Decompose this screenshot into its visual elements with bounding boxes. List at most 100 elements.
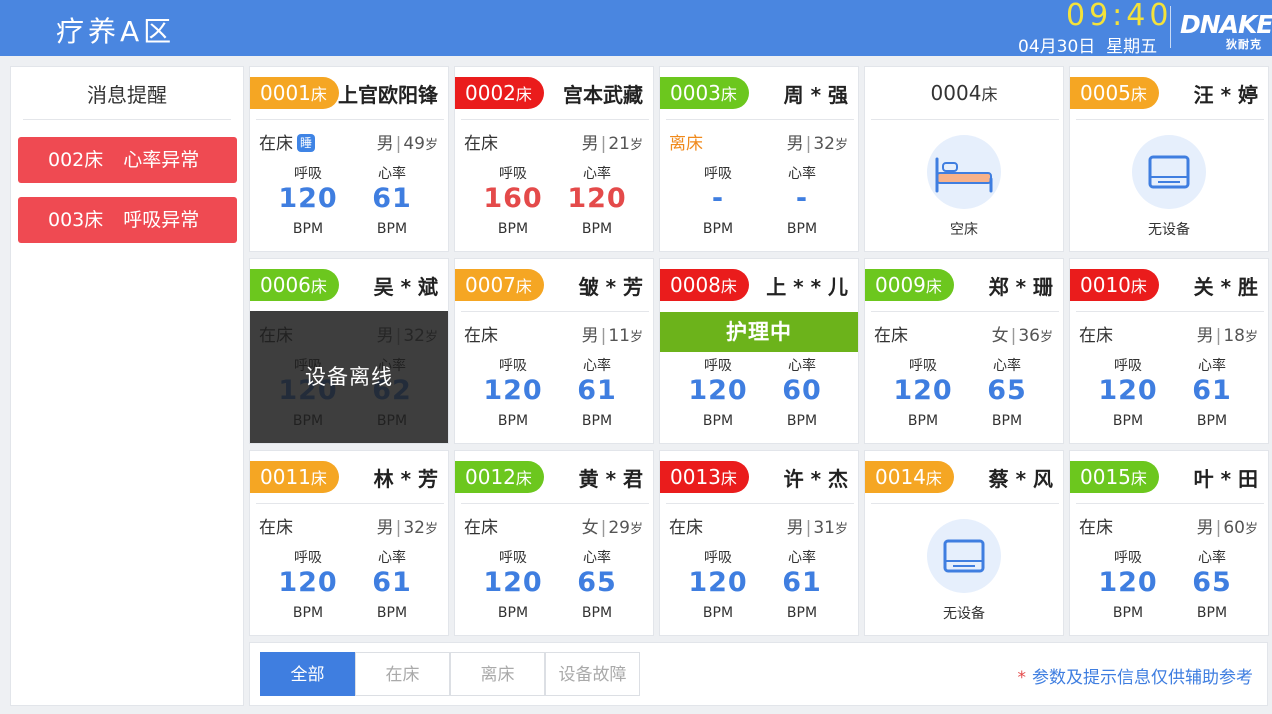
breath-unit: BPM [497, 605, 529, 621]
bed-status: 在床 [464, 134, 498, 154]
breath-value: 120 [688, 567, 748, 598]
bed-number-tag: 0007床 [455, 269, 544, 301]
breath-label: 呼吸 [1114, 550, 1142, 566]
breath-unit: BPM [1112, 413, 1144, 429]
card-divider [461, 503, 649, 504]
heart-unit: BPM [376, 605, 408, 621]
bed-status: 在床 [259, 518, 293, 538]
filter-out-of-bed-button[interactable]: 离床 [450, 652, 545, 696]
breath-label: 呼吸 [499, 358, 527, 374]
alert-bed: 003床 [48, 209, 104, 231]
bed-card[interactable]: 0007床 皱 * 芳 在床 男 | 11岁 呼吸 心率 120 61 BPM BP… [454, 258, 654, 444]
breath-label: 呼吸 [499, 166, 527, 182]
alert-item[interactable]: 003床 呼吸异常 [18, 197, 237, 243]
bed-card[interactable]: 0004床 空床 [864, 66, 1064, 252]
bed-card[interactable]: 0005床 汪 * 婷 无设备 [1069, 66, 1269, 252]
patient-name: 关 * 胜 [1193, 275, 1258, 299]
bed-card[interactable]: 0014床 蔡 * 风 无设备 [864, 450, 1064, 636]
heart-label: 心率 [583, 166, 611, 182]
bed-card[interactable]: 0011床 林 * 芳 在床 男 | 32岁 呼吸 心率 120 61 BPM BP… [249, 450, 449, 636]
card-divider [871, 311, 1059, 312]
brand-logo: DNAKE [1180, 10, 1272, 39]
bed-card[interactable]: 0013床 许 * 杰 在床 男 | 31岁 呼吸 心率 120 61 BPM BP… [659, 450, 859, 636]
breath-unit: BPM [907, 413, 939, 429]
patient-name: 汪 * 婷 [1193, 83, 1258, 107]
bed-number-tag: 0008床 [660, 269, 749, 301]
gender-age: 女 | 29岁 [581, 518, 643, 538]
bed-card[interactable]: 0002床 宫本武藏 在床 男 | 21岁 呼吸 心率 160 120 BPM BP… [454, 66, 654, 252]
breath-label: 呼吸 [704, 550, 732, 566]
patient-name: 许 * 杰 [783, 467, 848, 491]
filter-in-bed-button[interactable]: 在床 [355, 652, 450, 696]
gender-age: 男 | 21岁 [581, 134, 643, 154]
bed-card[interactable]: 0006床 吴 * 斌 在床 男|32岁 呼吸 心率 120 62 BPM BP… [249, 258, 449, 444]
card-divider [871, 119, 1059, 120]
breath-label: 呼吸 [294, 550, 322, 566]
patient-name: 黄 * 君 [578, 467, 643, 491]
breath-label: 呼吸 [704, 166, 732, 182]
bed-card[interactable]: 0003床 周 * 强 离床 男 | 32岁 呼吸 心率 - - BPM BPM [659, 66, 859, 252]
heart-value: 65 [1192, 567, 1232, 598]
bed-number-tag: 0010床 [1070, 269, 1159, 301]
gender-age: 男|32岁 [376, 518, 438, 538]
patient-name: 林 * 芳 [373, 467, 438, 491]
breath-value: 160 [483, 183, 543, 214]
alert-bed: 002床 [48, 149, 104, 171]
card-divider [1076, 119, 1264, 120]
gender-age: 男 | 18岁 [1196, 326, 1258, 346]
bed-status: 在床睡 [259, 129, 315, 154]
no-device-caption: 无设备 [943, 606, 985, 622]
patient-name: 宫本武藏 [563, 83, 643, 107]
card-divider [1076, 311, 1264, 312]
filter-device-fault-button[interactable]: 设备故障 [545, 652, 640, 696]
empty-bed-icon [927, 135, 1001, 209]
message-panel-divider [23, 119, 231, 120]
card-divider [666, 503, 854, 504]
bed-status: 在床 [1079, 518, 1113, 538]
card-divider [461, 119, 649, 120]
filter-bar: 全部 在床 离床 设备故障 * 参数及提示信息仅供辅助参考 [249, 642, 1268, 706]
filter-all-button[interactable]: 全部 [260, 652, 355, 696]
breath-label: 呼吸 [909, 358, 937, 374]
bed-number-tag: 0012床 [455, 461, 544, 493]
heart-label: 心率 [583, 358, 611, 374]
breath-unit: BPM [292, 605, 324, 621]
heart-label: 心率 [583, 550, 611, 566]
breath-value: - [711, 183, 725, 214]
bed-status: 离床 [669, 134, 703, 154]
weekday-text: 星期五 [1106, 37, 1158, 57]
heart-label: 心率 [378, 550, 406, 566]
gender-age: 男 | 49岁 [376, 134, 438, 154]
bed-card[interactable]: 0008床 上 * * 儿 护理中 呼吸 心率 120 60 BPM BPM [659, 258, 859, 444]
gender-age: 男 | 60岁 [1196, 518, 1258, 538]
bed-card[interactable]: 0009床 郑 * 珊 在床 女 | 36岁 呼吸 心率 120 65 BPM BP… [864, 258, 1064, 444]
disclaimer-text: 参数及提示信息仅供辅助参考 [1032, 668, 1253, 688]
heart-unit: BPM [581, 413, 613, 429]
alert-item[interactable]: 002床 心率异常 [18, 137, 237, 183]
heart-unit: BPM [786, 413, 818, 429]
heart-label: 心率 [378, 166, 406, 182]
bed-card[interactable]: 0012床 黄 * 君 在床 女 | 29岁 呼吸 心率 120 65 BPM BP… [454, 450, 654, 636]
alert-text: 心率异常 [123, 149, 200, 171]
breath-unit: BPM [702, 605, 734, 621]
breath-unit: BPM [497, 221, 529, 237]
heart-value: 61 [1192, 375, 1232, 406]
bed-card[interactable]: 0001床 上官欧阳锋 在床睡 男 | 49岁 呼吸 心率 120 61 BPM B… [249, 66, 449, 252]
breath-unit: BPM [1112, 605, 1144, 621]
breath-label: 呼吸 [704, 358, 732, 374]
breath-value: 120 [483, 567, 543, 598]
breath-value: 120 [688, 375, 748, 406]
heart-value: - [795, 183, 809, 214]
ward-title: 疗养A区 [56, 15, 176, 48]
heart-unit: BPM [1196, 605, 1228, 621]
bed-status: 在床 [1079, 326, 1113, 346]
patient-name: 吴 * 斌 [373, 275, 438, 299]
bed-number-tag: 0006床 [250, 269, 339, 301]
card-divider [256, 503, 444, 504]
breath-label: 呼吸 [294, 166, 322, 182]
patient-name: 郑 * 珊 [988, 275, 1053, 299]
bed-card[interactable]: 0010床 关 * 胜 在床 男 | 18岁 呼吸 心率 120 61 BPM BP… [1069, 258, 1269, 444]
heart-label: 心率 [788, 550, 816, 566]
breath-unit: BPM [497, 413, 529, 429]
bed-card[interactable]: 0015床 叶 * 田 在床 男 | 60岁 呼吸 心率 120 65 BPM BP… [1069, 450, 1269, 636]
